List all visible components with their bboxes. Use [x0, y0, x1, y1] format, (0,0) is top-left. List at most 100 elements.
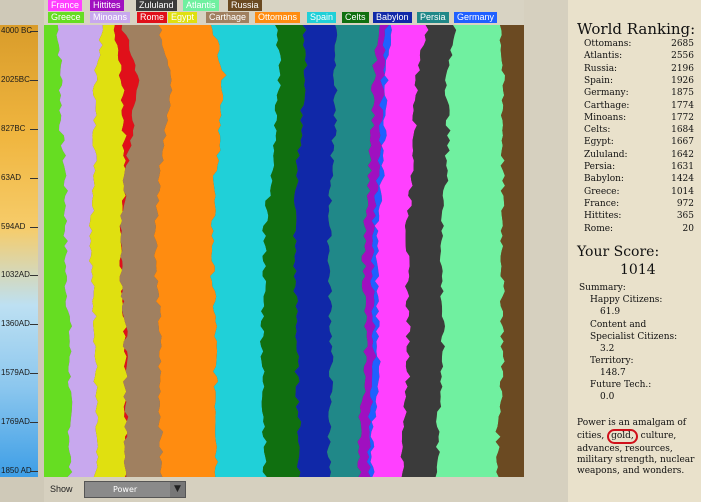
ranking-score: 1667 [671, 137, 694, 148]
score-value: 1014 [620, 262, 656, 278]
ranking-score: 1772 [671, 112, 694, 123]
content-label-1: Content and [590, 320, 647, 330]
legend-item-rome: Rome [137, 12, 168, 23]
ranking-panel: World Ranking: Ottomans: 2685 Atlantis: 255… [568, 0, 701, 502]
ranking-name: Germany: [584, 88, 629, 99]
ranking-row: Rome: 20 [584, 223, 694, 235]
time-axis-tick [30, 226, 38, 228]
ranking-name: Babylon: [584, 174, 624, 185]
ranking-score: 1774 [671, 100, 694, 111]
time-axis-tick [30, 275, 38, 277]
ranking-row: France: 972 [584, 198, 694, 210]
legend-item-ottomans: Ottomans [255, 12, 301, 23]
show-dropdown[interactable]: Power ▼ [84, 481, 186, 498]
time-axis-tick [30, 324, 38, 326]
time-axis-tick [30, 128, 38, 130]
show-label: Show [50, 484, 73, 494]
ranking-name: Russia: [584, 63, 618, 74]
time-axis-tick [30, 471, 38, 472]
legend-item-spain: Spain [307, 12, 337, 23]
legend-item-persia: Persia [417, 12, 449, 23]
description-highlight: gold, [607, 429, 638, 444]
summary-title: Summary: [579, 283, 626, 293]
time-axis-tick [30, 79, 38, 81]
ranking-name: Celts: [584, 125, 611, 136]
chevron-down-icon[interactable]: ▼ [170, 482, 185, 497]
content-label-2: Specialist Citizens: [590, 332, 678, 342]
score-title: Your Score: [577, 244, 660, 260]
ranking-name: Egypt: [584, 137, 614, 148]
legend: France Hittites Zululand Atlantis Russia Gree… [44, 0, 568, 25]
legend-item-germany: Germany [454, 12, 498, 23]
ranking-name: Carthage: [584, 100, 630, 111]
ranking-row: Zululand: 1642 [584, 149, 694, 161]
ranking-score: 2196 [671, 63, 694, 74]
ranking-row: Babylon: 1424 [584, 173, 694, 185]
territory-label: Territory: [590, 356, 634, 366]
legend-item-hittites: Hittites [90, 0, 124, 11]
ranking-score: 1926 [671, 75, 694, 86]
ranking-name: Ottomans: [584, 39, 632, 49]
content-value: 3.2 [600, 344, 615, 354]
ranking-score: 2685 [671, 39, 694, 49]
legend-item-babylon: Babylon [373, 12, 412, 23]
legend-item-zululand: Zululand [136, 0, 177, 11]
ranking-name: Minoans: [584, 112, 627, 123]
happy-value: 61.9 [600, 307, 621, 317]
legend-item-greece: Greece [48, 12, 84, 23]
ranking-row: Spain: 1926 [584, 75, 694, 87]
ranking-score: 1875 [671, 88, 694, 99]
legend-item-france: France [48, 0, 83, 11]
series-band-atlantis [435, 25, 505, 477]
legend-item-minoans: Minoans [90, 12, 131, 23]
ranking-score: 365 [676, 211, 694, 222]
ranking-score: 20 [682, 223, 694, 234]
time-axis-tick [30, 422, 38, 424]
legend-item-atlantis: Atlantis [183, 0, 219, 11]
ranking-name: Rome: [584, 223, 614, 234]
territory-value: 148.7 [600, 368, 626, 378]
happy-label: Happy Citizens: [590, 295, 663, 305]
ranking-row: Germany: 1875 [584, 87, 694, 99]
ranking-row: Atlantis: 2556 [584, 50, 694, 62]
ranking-row: Russia: 2196 [584, 63, 694, 75]
legend-item-celts: Celts [342, 12, 369, 23]
ranking-row: Minoans: 1772 [584, 112, 694, 124]
ranking-score: 1631 [671, 162, 694, 172]
power-chart [44, 25, 524, 477]
bottom-bar: Show Power ▼ [44, 477, 524, 502]
ranking-row: Greece: 1014 [584, 186, 694, 198]
legend-item-carthage: Carthage [206, 12, 250, 23]
time-axis-tick [30, 177, 38, 179]
ranking-score: 972 [676, 198, 694, 209]
ranking-score: 1642 [671, 149, 694, 160]
future-label: Future Tech.: [590, 380, 652, 390]
power-chart-svg [44, 25, 524, 477]
show-dropdown-value: Power [113, 485, 138, 494]
ranking-row: Carthage: 1774 [584, 100, 694, 112]
ranking-row: Persia: 1631 [584, 161, 694, 173]
time-axis-tick [30, 31, 38, 32]
right-strip [524, 0, 568, 502]
ranking-row: Celts: 1684 [584, 124, 694, 136]
power-description: Power is an amalgam of cities, gold, cul… [577, 418, 697, 477]
ranking-score: 2556 [671, 51, 694, 62]
ranking-name: Zululand: [584, 149, 628, 160]
time-axis: 4000 BC 2025BC 827BC 63AD 594AD 1032AD 1360AD 1… [0, 25, 38, 477]
ranking-name: Hittites: [584, 211, 622, 222]
ranking-row: Hittites: 365 [584, 210, 694, 222]
ranking-score: 1424 [671, 174, 694, 185]
ranking-score: 1684 [671, 125, 694, 136]
time-axis-tick [30, 373, 38, 375]
legend-item-russia: Russia [228, 0, 262, 11]
ranking-title: World Ranking: [577, 20, 696, 38]
ranking-name: Greece: [584, 186, 620, 197]
ranking-name: Persia: [584, 162, 616, 172]
legend-item-egypt: Egypt [168, 12, 198, 23]
ranking-name: France: [584, 198, 620, 209]
ranking-row: Egypt: 1667 [584, 136, 694, 148]
ranking-score: 1014 [671, 186, 694, 197]
ranking-name: Atlantis: [584, 51, 623, 62]
ranking-name: Spain: [584, 75, 613, 86]
future-value: 0.0 [600, 392, 615, 402]
